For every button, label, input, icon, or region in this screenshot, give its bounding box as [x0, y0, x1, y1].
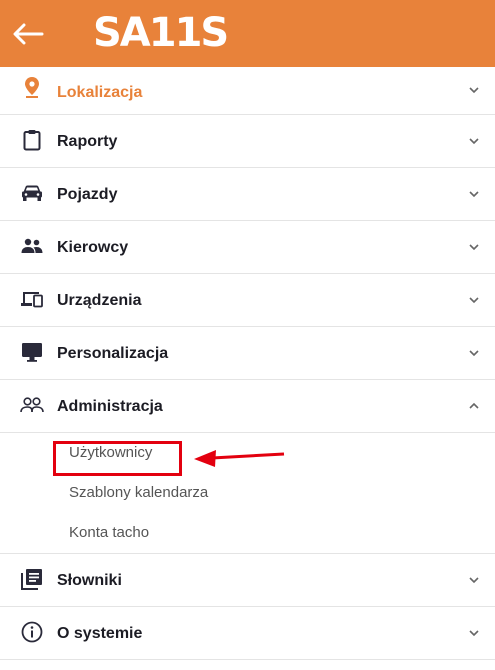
menu-item-label: Raporty	[57, 133, 118, 150]
menu-item-kierowcy[interactable]: Kierowcy	[0, 221, 495, 274]
menu-item-administracja[interactable]: Administracja	[0, 380, 495, 433]
pointer-arrow	[194, 450, 285, 467]
chevron-down-icon	[469, 297, 479, 304]
menu-item-o-systemie[interactable]: O systemie	[0, 607, 495, 660]
menu-item-label: Personalizacja	[57, 345, 169, 362]
devices-icon	[20, 287, 44, 311]
navigation-menu: Lokalizacja Raporty Pojazdy Kierowcy Urz…	[0, 67, 495, 660]
app-logo: SA11S	[93, 10, 229, 56]
clipboard-icon	[20, 128, 44, 152]
people-outline-icon	[20, 393, 44, 417]
location-pin-icon	[20, 75, 44, 99]
submenu-item-szablony-kalendarza[interactable]: Szablony kalendarza	[0, 473, 495, 513]
menu-item-raporty[interactable]: Raporty	[0, 115, 495, 168]
menu-item-label: Administracja	[57, 398, 163, 415]
people-icon	[20, 234, 44, 258]
chevron-down-icon	[469, 138, 479, 145]
info-icon	[20, 620, 44, 644]
submenu-item-label: Szablony kalendarza	[69, 484, 209, 501]
menu-item-lokalizacja[interactable]: Lokalizacja	[0, 67, 495, 115]
back-button[interactable]	[8, 14, 48, 54]
chevron-down-icon	[469, 350, 479, 357]
menu-item-label: Urządzenia	[57, 292, 142, 309]
arrow-left-icon	[13, 23, 44, 45]
chevron-down-icon	[469, 630, 479, 637]
menu-item-personalizacja[interactable]: Personalizacja	[0, 327, 495, 380]
library-books-icon	[20, 567, 44, 591]
menu-item-label: O systemie	[57, 625, 143, 642]
app-header: SA11S	[0, 0, 495, 67]
submenu-item-konta-tacho[interactable]: Konta tacho	[0, 513, 495, 554]
menu-item-label: Kierowcy	[57, 239, 129, 256]
highlight-box	[53, 441, 182, 476]
menu-item-label: Pojazdy	[57, 186, 118, 203]
chevron-down-icon	[469, 191, 479, 198]
menu-item-pojazdy[interactable]: Pojazdy	[0, 168, 495, 221]
menu-item-urzadzenia[interactable]: Urządzenia	[0, 274, 495, 327]
monitor-icon	[20, 340, 44, 364]
chevron-down-icon	[469, 577, 479, 584]
menu-item-label: Lokalizacja	[57, 84, 143, 101]
car-icon	[20, 181, 44, 205]
menu-item-slowniki[interactable]: Słowniki	[0, 554, 495, 607]
chevron-up-icon	[469, 402, 479, 409]
chevron-down-icon	[469, 87, 479, 94]
submenu-item-label: Konta tacho	[69, 524, 150, 541]
menu-item-label: Słowniki	[57, 572, 122, 589]
chevron-down-icon	[469, 244, 479, 251]
